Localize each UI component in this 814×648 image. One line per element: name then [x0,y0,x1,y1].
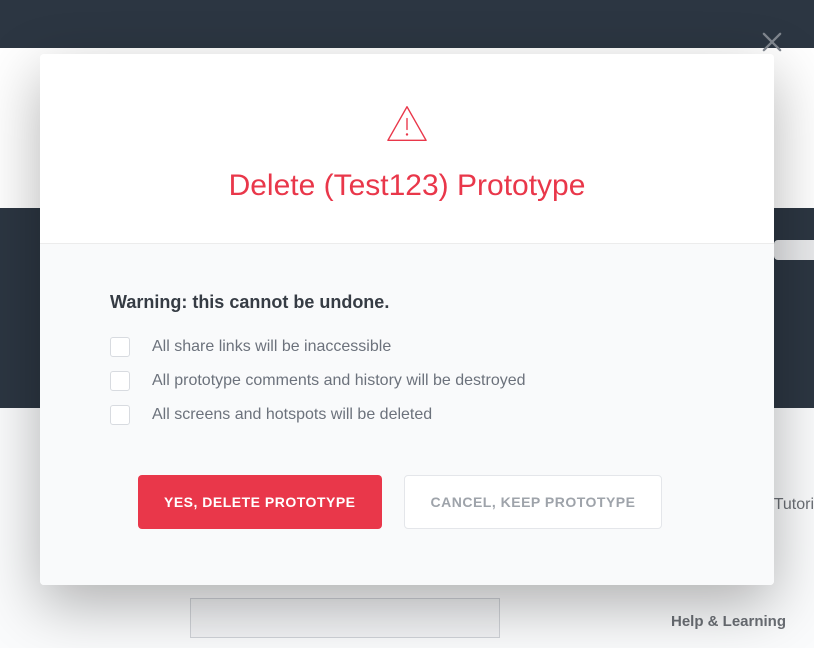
help-learning-link[interactable]: Help & Learning [671,613,786,630]
confirm-row: All share links will be inaccessible [110,337,704,357]
checkbox-label: All share links will be inaccessible [152,338,391,356]
modal-body: Warning: this cannot be undone. All shar… [40,244,774,585]
modal-title: Delete (Test123) Prototype [80,169,734,203]
bg-tutorial-label: Tutori [774,496,814,514]
checkbox-label: All screens and hotspots will be deleted [152,406,432,424]
delete-confirmation-modal: Delete (Test123) Prototype Warning: this… [40,54,774,585]
confirm-row: All screens and hotspots will be deleted [110,405,704,425]
checkbox-label: All prototype comments and history will … [152,372,526,390]
modal-header: Delete (Test123) Prototype [40,54,774,244]
checkbox-share-links[interactable] [110,337,130,357]
checkbox-screens-hotspots[interactable] [110,405,130,425]
modal-actions: YES, DELETE PROTOTYPE CANCEL, KEEP PROTO… [138,475,704,529]
checkbox-comments-history[interactable] [110,371,130,391]
close-icon [758,43,786,60]
cancel-button[interactable]: CANCEL, KEEP PROTOTYPE [404,475,663,529]
warning-triangle-icon [385,104,429,149]
bg-share-buttons [774,240,814,260]
bg-topbar [0,0,814,48]
confirm-delete-button[interactable]: YES, DELETE PROTOTYPE [138,475,382,529]
warning-heading: Warning: this cannot be undone. [110,292,704,313]
bg-editor-box [190,598,500,638]
close-button[interactable] [758,28,786,56]
confirm-row: All prototype comments and history will … [110,371,704,391]
